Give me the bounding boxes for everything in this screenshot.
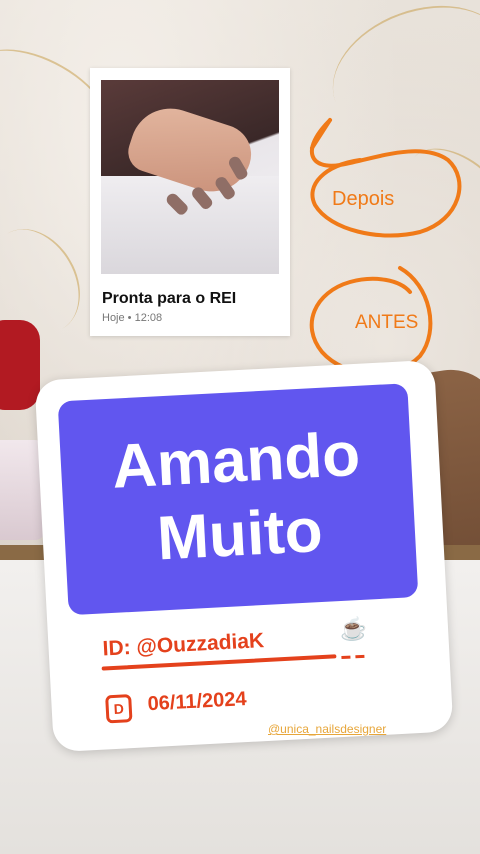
coffee-cup-icon: ☕	[339, 615, 369, 643]
dash	[341, 655, 351, 660]
date-icon: D	[105, 694, 133, 724]
after-label: Depois	[332, 188, 395, 210]
headline-line-2: Muito	[155, 495, 325, 574]
id-label: ID: @OuzzadiaK	[102, 629, 265, 661]
sticker[interactable]: Amando Muito ID: @OuzzadiaK ☕ D 06/11/20…	[34, 359, 454, 753]
dash	[355, 654, 365, 659]
before-label: ANTES	[355, 312, 419, 333]
headline-badge: Amando Muito	[57, 383, 419, 616]
designer-handle[interactable]: @unica_nailsdesigner	[268, 722, 386, 736]
headline-line-1: Amando	[110, 419, 362, 502]
date-text: 06/11/2024	[147, 688, 248, 716]
